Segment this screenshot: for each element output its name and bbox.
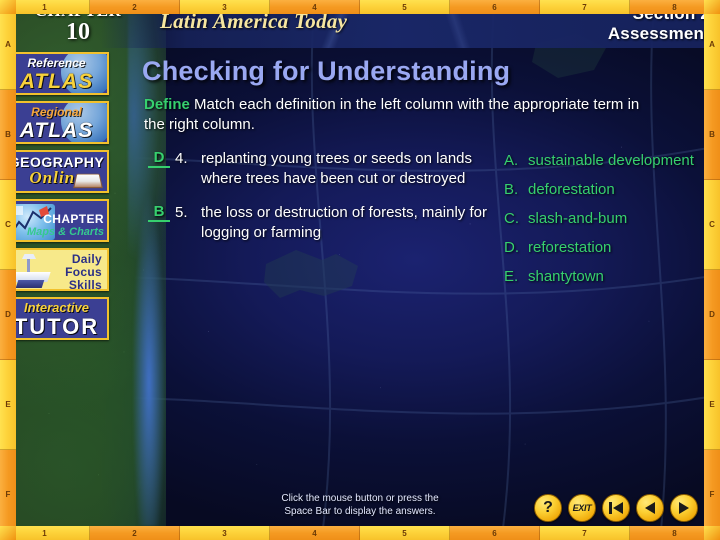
question-number: 4. bbox=[175, 150, 188, 167]
main-content: Checking for Understanding Define Match … bbox=[116, 50, 716, 492]
first-slide-button[interactable] bbox=[602, 494, 630, 522]
sidebar-item-geography-online[interactable]: GEOGRAPHY Online bbox=[4, 150, 109, 193]
question-number: 5. bbox=[175, 204, 188, 221]
sidebar-item-label-line3: Skills bbox=[68, 278, 102, 291]
option-text: reforestation bbox=[528, 239, 612, 256]
option-letter: E. bbox=[504, 268, 519, 285]
slide-root: CHAPTER 10 Latin America Today Section 2… bbox=[0, 0, 720, 540]
sidebar-item-daily-focus-skills[interactable]: Daily Focus Skills bbox=[4, 248, 109, 291]
sidebar-item-label-line2: TUTOR bbox=[13, 314, 100, 339]
term-options-column: A. sustainable development B. deforestat… bbox=[504, 151, 704, 296]
exit-label: EXIT bbox=[572, 503, 592, 513]
question-row: B 5. the loss or destruction of forests,… bbox=[148, 203, 498, 243]
next-slide-button[interactable] bbox=[670, 494, 698, 522]
triangle-left-icon bbox=[645, 502, 655, 514]
ruler-left: ABCDEF bbox=[0, 0, 16, 540]
option-letter: D. bbox=[504, 239, 519, 256]
previous-slide-button[interactable] bbox=[636, 494, 664, 522]
ruler-tick-3: 3 bbox=[180, 0, 270, 14]
question-row: D 4. replanting young trees or seeds on … bbox=[148, 149, 498, 189]
sidebar-item-label-line1: Regional bbox=[31, 105, 82, 119]
chapter-number: 10 bbox=[66, 19, 90, 45]
option-row[interactable]: C. slash-and-bum bbox=[504, 209, 704, 229]
ruler-tick-2: 2 bbox=[90, 0, 180, 14]
page-title: Checking for Understanding bbox=[142, 56, 511, 86]
ruler-tick-E: E bbox=[0, 360, 16, 450]
definition-column: D 4. replanting young trees or seeds on … bbox=[148, 149, 498, 257]
sidebar-item-label-line1: Reference bbox=[27, 56, 86, 70]
ruler-tick-6: 6 bbox=[450, 0, 540, 14]
ruler-tick-4: 4 bbox=[270, 0, 360, 14]
sidebar-item-label-line2: ATLAS bbox=[19, 70, 94, 93]
sidebar-item-chapter-maps-and-charts[interactable]: CHAPTER Maps & Charts bbox=[4, 199, 109, 242]
exit-button[interactable]: EXIT bbox=[568, 494, 596, 522]
ruler-tick-6: 6 bbox=[450, 526, 540, 540]
sidebar-item-reference-atlas[interactable]: Reference ATLAS bbox=[4, 52, 109, 95]
triangle-right-icon bbox=[679, 502, 689, 514]
ruler-tick-5: 5 bbox=[360, 0, 450, 14]
option-row[interactable]: A. sustainable development bbox=[504, 151, 704, 171]
option-row[interactable]: D. reforestation bbox=[504, 238, 704, 258]
ruler-tick-7: 7 bbox=[540, 526, 630, 540]
ruler-tick-B: B bbox=[704, 90, 720, 180]
option-text: slash-and-bum bbox=[528, 210, 628, 227]
assessment-label: Assessment bbox=[607, 24, 710, 43]
ruler-tick-2: 2 bbox=[90, 526, 180, 540]
ruler-tick-E: E bbox=[704, 360, 720, 450]
ruler-tick-3: 3 bbox=[180, 526, 270, 540]
open-book-icon bbox=[73, 173, 103, 189]
question-text: replanting young trees or seeds on lands… bbox=[201, 150, 473, 187]
directions-keyword: Define bbox=[144, 96, 190, 113]
directions-text: Define Match each definition in the left… bbox=[144, 95, 644, 135]
sidebar-item-label-line1: GEOGRAPHY bbox=[8, 154, 105, 170]
frame-corner-top-right bbox=[704, 0, 720, 14]
frame-corner-bottom-left bbox=[0, 526, 16, 540]
question-text: the loss or destruction of forests, main… bbox=[201, 204, 487, 241]
directions-body: Match each definition in the left column… bbox=[144, 96, 640, 133]
ruler-right: ABCDEF bbox=[704, 0, 720, 540]
option-letter: C. bbox=[504, 210, 519, 227]
option-text: deforestation bbox=[528, 181, 615, 198]
option-row[interactable]: E. shantytown bbox=[504, 267, 704, 287]
sidebar-item-regional-atlas[interactable]: Regional ATLAS bbox=[4, 101, 109, 144]
option-text: sustainable development bbox=[528, 152, 694, 169]
option-letter: B. bbox=[504, 181, 519, 198]
sidebar-item-chapter-maps-text: CHAPTER Maps & Charts bbox=[26, 212, 104, 239]
ruler-tick-D: D bbox=[704, 270, 720, 360]
help-button[interactable]: ? bbox=[534, 494, 562, 522]
ruler-tick-C: C bbox=[0, 180, 16, 270]
option-text: shantytown bbox=[528, 268, 604, 285]
question-mark-icon: ? bbox=[543, 499, 553, 516]
sidebar-item-daily-focus-text: Daily Focus Skills bbox=[65, 253, 102, 291]
sidebar-item-label-line2: Maps & Charts bbox=[26, 226, 104, 238]
skip-to-start-icon bbox=[609, 502, 623, 514]
sidebar-item-label-line1: CHAPTER bbox=[43, 212, 104, 226]
option-letter: A. bbox=[504, 152, 519, 169]
ruler-tick-4: 4 bbox=[270, 526, 360, 540]
frame-corner-bottom-right bbox=[704, 526, 720, 540]
sidebar-item-label-line2: ATLAS bbox=[19, 119, 94, 142]
frame-corner-top-left bbox=[0, 0, 16, 14]
ruler-tick-C: C bbox=[704, 180, 720, 270]
ruler-tick-D: D bbox=[0, 270, 16, 360]
sidebar-navigation: Reference ATLAS Regional ATLAS GEOGRAPHY… bbox=[4, 52, 112, 346]
option-row[interactable]: B. deforestation bbox=[504, 180, 704, 200]
navigation-button-bar: ? EXIT bbox=[534, 494, 698, 522]
sidebar-item-interactive-tutor[interactable]: Interactive TUTOR bbox=[4, 297, 109, 340]
ruler-tick-5: 5 bbox=[360, 526, 450, 540]
projector-desk-icon bbox=[9, 254, 51, 288]
answer-blank[interactable]: B bbox=[148, 203, 170, 222]
ruler-top: 12345678 bbox=[0, 0, 720, 14]
ruler-bottom: 12345678 bbox=[0, 526, 720, 540]
answer-blank[interactable]: D bbox=[148, 149, 170, 168]
sidebar-item-label-line1: Interactive bbox=[23, 300, 90, 315]
ruler-tick-7: 7 bbox=[540, 0, 630, 14]
ruler-tick-B: B bbox=[0, 90, 16, 180]
